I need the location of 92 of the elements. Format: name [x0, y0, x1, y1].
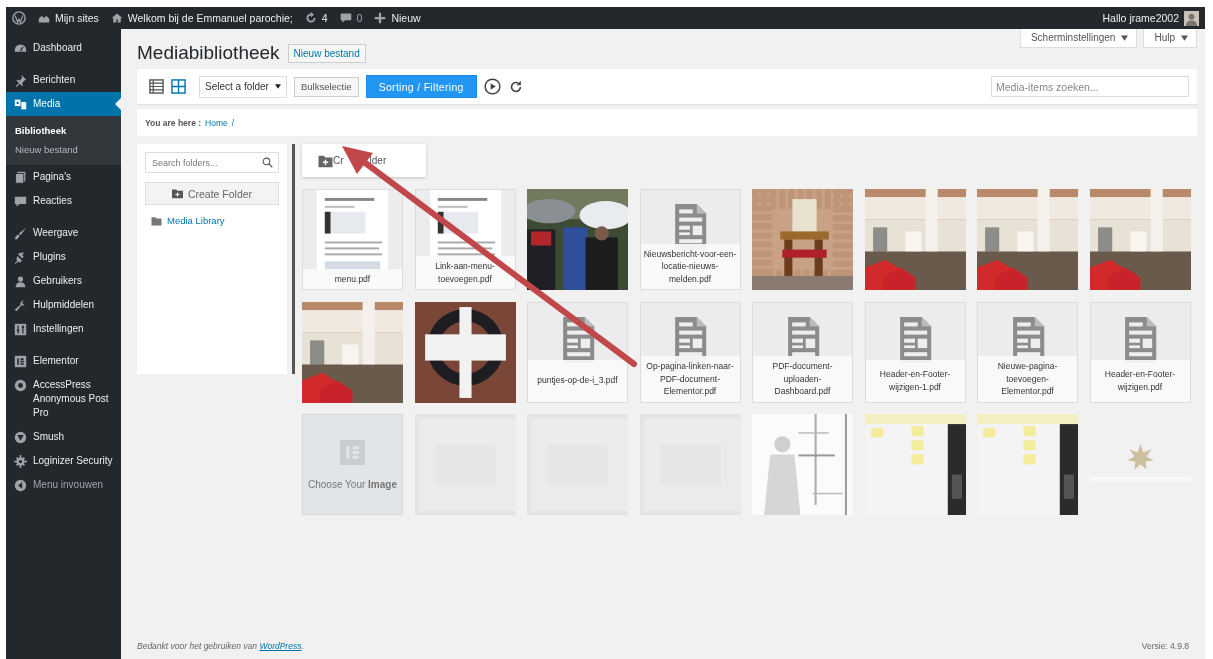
media-tile[interactable]: Header-en-Footer-wijzigen.pdf: [1089, 301, 1191, 403]
wrench-icon: [14, 299, 27, 312]
breadcrumb-separator: /: [231, 117, 235, 128]
file-name: Nieuwe-pagina-toevoegen-Elementor.pdf: [978, 356, 1077, 402]
sidebar-item[interactable]: Dashboard: [6, 36, 121, 60]
comment-icon: [14, 195, 27, 208]
sidebar-item[interactable]: Loginizer Security: [6, 449, 121, 473]
media-tile[interactable]: Op-pagina-linken-naar-PDF-document-Elementor.pdf: [639, 301, 741, 403]
update-count[interactable]: 4: [321, 12, 328, 24]
media-tile[interactable]: menu.pdf: [302, 189, 403, 290]
folder-select[interactable]: Select a folder: [199, 75, 287, 98]
plug-icon: [14, 251, 27, 264]
submenu-item[interactable]: Bibliotheek: [6, 121, 121, 140]
comment-count[interactable]: 0: [356, 12, 363, 24]
sidebar-item[interactable]: Hulpmiddelen: [6, 293, 121, 317]
submenu-item[interactable]: Nieuw bestand: [6, 140, 121, 159]
footer-text: Bedankt voor het gebruiken van WordPress.: [137, 641, 304, 651]
caret-icon: [1121, 34, 1129, 41]
media-tile[interactable]: Link-aan-menu-toevoegen.pdf: [414, 189, 516, 290]
sidebar-item[interactable]: Berichten: [6, 68, 121, 92]
list-view-icon[interactable]: [149, 79, 164, 94]
sidebar-item[interactable]: Media: [6, 92, 121, 116]
file-name: Header-en-Footer-wijzigen.pdf: [1090, 359, 1190, 402]
breadcrumb-link[interactable]: Home: [205, 117, 228, 128]
screen-tab[interactable]: Hulp: [1143, 29, 1197, 48]
plus-icon: [374, 12, 387, 24]
version-text: Versie: 4.9.8: [1141, 641, 1189, 651]
sidebar-item[interactable]: Plugins: [6, 245, 121, 269]
create-folder-button[interactable]: Create Folder: [145, 182, 279, 205]
menu-link[interactable]: Mijn sites: [55, 12, 99, 24]
bulk-select-button[interactable]: Bulkselectie: [293, 76, 359, 97]
caret-icon: [274, 84, 281, 89]
document-icon: [898, 316, 932, 363]
sidebar-item[interactable]: Gebruikers: [6, 269, 121, 293]
brush-icon: [14, 227, 27, 240]
media-tile[interactable]: Nieuwsbericht-voor-een-locatie-nieuws-melden.pdf: [639, 189, 741, 290]
folder-search-field[interactable]: Search folders...: [145, 152, 279, 173]
gear-icon: [14, 455, 27, 468]
file-name: PDF-document-uploaden-Dashboard.pdf: [753, 356, 852, 402]
file-name: Op-pagina-linken-naar-PDF-document-Elementor.pdf: [640, 356, 740, 402]
caret-icon: [1181, 34, 1188, 41]
pin-icon: [14, 74, 27, 87]
badge-icon: [14, 379, 27, 392]
placeholder-text: Choose Your Image: [308, 478, 397, 490]
sidebar-item[interactable]: Menu invouwen: [6, 473, 121, 497]
add-new-button[interactable]: Nieuw bestand: [287, 44, 366, 63]
media-tile[interactable]: Nieuwe-pagina-toevoegen-Elementor.pdf: [977, 301, 1078, 403]
gauge-icon: [14, 42, 27, 55]
media-tile[interactable]: Choose Your Image: [302, 414, 403, 515]
resize-handle[interactable]: [292, 144, 295, 374]
media-tile[interactable]: PDF-document-uploaden-Dashboard.pdf: [752, 301, 853, 403]
grid-view-icon[interactable]: [171, 79, 186, 94]
user-icon: [14, 275, 27, 288]
sidebar-item[interactable]: Instellingen: [6, 317, 121, 341]
screen-tab[interactable]: Scherminstellingen: [1019, 29, 1138, 48]
search-icon: [262, 157, 273, 168]
sliders-icon: [14, 323, 27, 336]
comment-icon: [339, 12, 352, 24]
file-name: Header-en-Footer-wijzigen-1.pdf: [865, 359, 965, 402]
collapse-icon: [14, 479, 27, 492]
elementor-icon: [14, 355, 27, 368]
logo-icon: [12, 11, 26, 25]
sidebar-item[interactable]: AccessPress Anonymous Post Pro: [6, 373, 121, 425]
media-tile[interactable]: puntjes-op-de-i_3.pdf: [527, 301, 628, 403]
file-name: menu.pdf: [303, 268, 402, 289]
document-icon: [1123, 316, 1157, 363]
home-icon: [110, 12, 123, 24]
avatar-icon: [1184, 10, 1199, 26]
sidebar-item[interactable]: Elementor: [6, 349, 121, 373]
elementor-icon: [340, 439, 365, 465]
refresh-icon: [304, 12, 317, 24]
search-field[interactable]: Media-items zoeken...: [991, 76, 1189, 97]
file-name: Link-aan-menu-toevoegen.pdf: [415, 256, 515, 289]
pages-icon: [14, 171, 27, 184]
new-link[interactable]: Nieuw: [391, 12, 421, 24]
file-name: Nieuwsbericht-voor-een-locatie-nieuws-melden.pdf: [640, 243, 740, 289]
site-link[interactable]: Welkom bij de Emmanuel parochie;: [127, 12, 293, 24]
sidebar-item[interactable]: Weergave: [6, 221, 121, 245]
media-tile[interactable]: Header-en-Footer-wijzigen-1.pdf: [864, 301, 966, 403]
page-title: Mediabibliotheek: [137, 42, 280, 64]
sidebar-item[interactable]: Smush: [6, 425, 121, 449]
file-name: puntjes-op-de-i_3.pdf: [528, 359, 627, 402]
breadcrumb-label: You are here :: [145, 117, 202, 128]
folder-icon: [151, 215, 162, 226]
folder-tree-item[interactable]: Media Library: [167, 215, 225, 226]
sidebar-item[interactable]: Pagina's: [6, 165, 121, 189]
user-greeting[interactable]: Hallo jrame2002: [1102, 12, 1179, 24]
sidebar-item[interactable]: Reacties: [6, 189, 121, 213]
play-icon[interactable]: [483, 78, 501, 95]
folder-plus-icon: [171, 188, 183, 199]
folder-plus-icon: [318, 153, 333, 168]
media-icon: [14, 98, 27, 111]
